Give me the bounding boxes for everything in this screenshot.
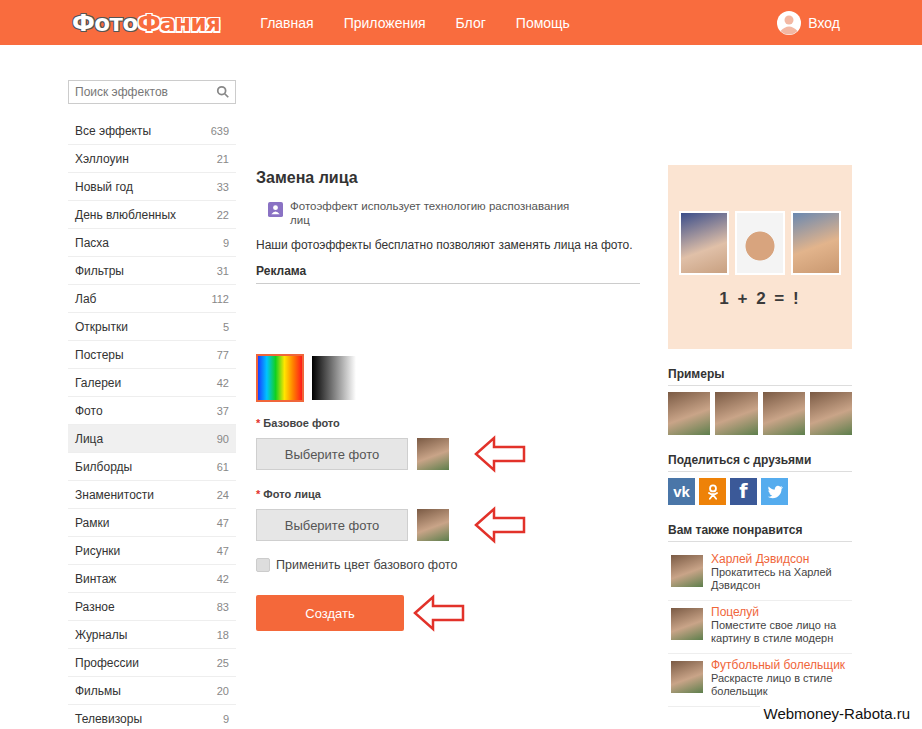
color-modes <box>256 354 640 402</box>
category-item[interactable]: День влюбленных22 <box>68 201 236 229</box>
arrow-icon <box>473 435 527 473</box>
related-thumbnail <box>671 555 703 587</box>
category-item[interactable]: Все эффекты639 <box>68 117 236 145</box>
ad-label: Реклама <box>256 264 640 284</box>
example-photo[interactable] <box>668 392 710 435</box>
create-button[interactable]: Создать <box>256 595 404 631</box>
category-item[interactable]: Фото37 <box>68 397 236 425</box>
banner-photo <box>679 211 729 275</box>
category-item[interactable]: Знаменитости24 <box>68 481 236 509</box>
photo-field: * Базовое фото Выберите фото <box>256 416 640 473</box>
color-mode-option[interactable] <box>310 354 358 402</box>
related-description: Прокатитесь на Харлей Дэвидсон <box>711 566 852 592</box>
search-field[interactable]: Поиск эффектов <box>68 80 236 104</box>
ad-space <box>256 284 640 354</box>
related-thumbnail <box>671 608 703 640</box>
banner-photo <box>791 211 841 275</box>
category-item[interactable]: Винтаж42 <box>68 565 236 593</box>
category-item[interactable]: Разное83 <box>68 593 236 621</box>
photo-thumbnail <box>417 438 449 470</box>
related-item[interactable]: Харлей Дэвидсон Прокатитесь на Харлей Дэ… <box>668 548 852 601</box>
color-mode-option[interactable] <box>256 354 304 402</box>
category-item[interactable]: Хэллоуин21 <box>68 145 236 173</box>
related-title: Вам также понравится <box>668 523 852 542</box>
nav-item[interactable]: Приложения <box>344 15 426 31</box>
category-list: Все эффекты639Хэллоуин21Новый год33День … <box>68 117 236 729</box>
example-photo[interactable] <box>763 392 805 435</box>
share-title: Поделиться с друзьями <box>668 453 852 472</box>
category-item[interactable]: Открытки5 <box>68 313 236 341</box>
examples <box>668 392 852 435</box>
related-item[interactable]: Поцелуй Поместите свое лицо на картину в… <box>668 601 852 654</box>
face-recognition-icon <box>268 202 283 217</box>
field-label: * Фото лица <box>256 487 640 501</box>
login-link[interactable]: Вход <box>777 11 840 35</box>
arrow-icon <box>473 506 527 544</box>
related-title-link[interactable]: Харлей Дэвидсон <box>711 552 852 566</box>
header: ФотоФания Главная Приложения Блог Помощь Вх… <box>0 0 922 45</box>
related-description: Раскрасте лицо в стиле болельщик <box>711 672 852 698</box>
photo-thumbnail <box>417 509 449 541</box>
category-item[interactable]: Фильмы20 <box>68 677 236 705</box>
nav-item[interactable]: Помощь <box>516 15 570 31</box>
category-item[interactable]: Постеры77 <box>68 341 236 369</box>
share-buttons: vk f <box>668 478 852 505</box>
category-item[interactable]: Журналы18 <box>68 621 236 649</box>
effect-title: Замена лица <box>256 167 640 189</box>
category-item[interactable]: Лаб112 <box>68 285 236 313</box>
vk-share-button[interactable]: vk <box>668 478 695 505</box>
category-item[interactable]: Новый год33 <box>68 173 236 201</box>
main-panel: Замена лица Фотоэффект использует технол… <box>256 45 640 729</box>
category-item[interactable]: Рамки47 <box>68 509 236 537</box>
related-description: Поместите свое лицо на картину в стиле м… <box>711 619 852 645</box>
photo-field: * Фото лица Выберите фото <box>256 487 640 544</box>
field-label: * Базовое фото <box>256 416 640 430</box>
ok-share-button[interactable] <box>699 478 726 505</box>
banner: 1 + 2 = ! <box>668 165 852 349</box>
twitter-share-button[interactable] <box>761 478 788 505</box>
related-title-link[interactable]: Футбольный болельщик <box>711 658 852 672</box>
nav-item[interactable]: Главная <box>260 15 313 31</box>
related-title-link[interactable]: Поцелуй <box>711 605 852 619</box>
apply-color-checkbox[interactable]: Применить цвет базового фото <box>256 558 640 572</box>
related-list: Харлей Дэвидсон Прокатитесь на Харлей Дэ… <box>668 548 852 707</box>
banner-photo <box>735 211 785 275</box>
category-item[interactable]: Телевизоры9 <box>68 705 236 729</box>
magnifier-icon[interactable] <box>216 85 230 99</box>
category-item[interactable]: Пасха9 <box>68 229 236 257</box>
nav-item[interactable]: Блог <box>456 15 486 31</box>
choose-photo-button[interactable]: Выберите фото <box>256 509 408 541</box>
example-photo[interactable] <box>715 392 757 435</box>
category-item[interactable]: Билборды61 <box>68 453 236 481</box>
description: Наши фотоэффекты бесплатно позволяют зам… <box>256 237 640 253</box>
user-avatar-icon <box>777 11 801 35</box>
right-panel: 1 + 2 = ! Примеры Поделиться с друзьями … <box>668 45 852 729</box>
twitter-bird-icon <box>766 483 784 501</box>
notice: Фотоэффект использует технологию распозн… <box>268 199 578 227</box>
examples-title: Примеры <box>668 367 852 386</box>
example-photo[interactable] <box>810 392 852 435</box>
category-item[interactable]: Лица90 <box>68 425 236 453</box>
related-thumbnail <box>671 661 703 693</box>
page: ФотоФания Главная Приложения Блог Помощь Вх… <box>0 0 922 729</box>
banner-formula: 1 + 2 = ! <box>719 289 800 309</box>
arrow-icon <box>412 594 466 632</box>
odnoklassniki-icon <box>704 483 722 501</box>
choose-photo-button[interactable]: Выберите фото <box>256 438 408 470</box>
logo[interactable]: ФотоФания <box>72 10 220 36</box>
watermark: Webmoney-Rabota.ru <box>760 702 914 725</box>
sidebar: Поиск эффектов Все эффекты639Хэллоуин21Н… <box>68 45 236 729</box>
category-item[interactable]: Галереи42 <box>68 369 236 397</box>
related-item[interactable]: Футбольный болельщик Раскрасте лицо в ст… <box>668 654 852 707</box>
category-item[interactable]: Профессии25 <box>68 649 236 677</box>
category-item[interactable]: Фильтры31 <box>68 257 236 285</box>
facebook-share-button[interactable]: f <box>730 478 757 505</box>
category-item[interactable]: Рисунки47 <box>68 537 236 565</box>
nav: Главная Приложения Блог Помощь <box>260 15 777 31</box>
content: Поиск эффектов Все эффекты639Хэллоуин21Н… <box>0 45 922 729</box>
